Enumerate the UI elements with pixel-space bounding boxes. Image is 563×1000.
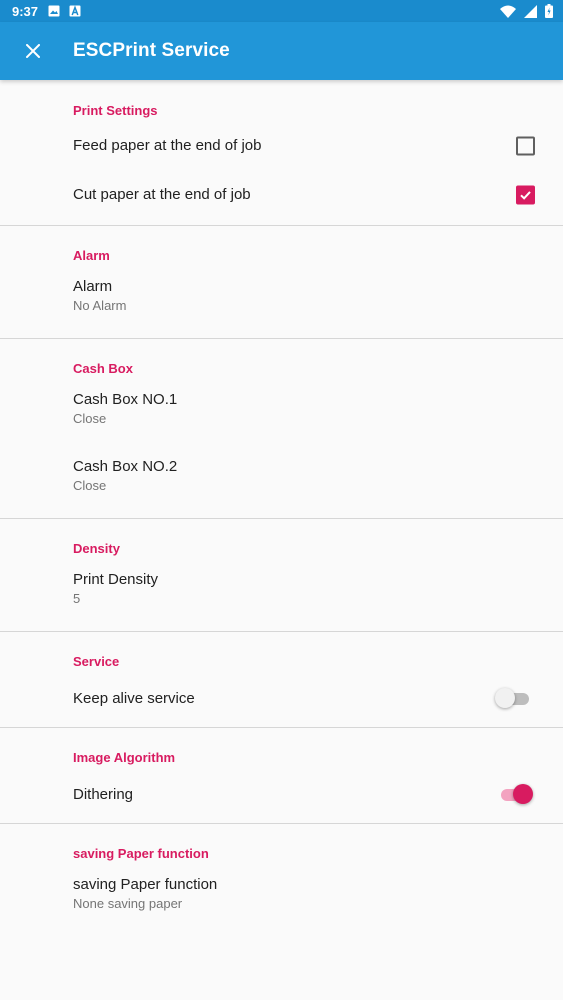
pref-label: Cash Box NO.1 [73,391,178,408]
pref-label: Dithering [73,785,134,803]
pref-keep-alive[interactable]: Keep alive service [0,675,563,721]
dithering-switch[interactable] [499,784,533,804]
a-icon [69,5,81,17]
pref-label: saving Paper function [73,876,218,893]
cut-paper-checkbox[interactable] [516,185,535,204]
pref-summary: 5 [73,591,81,606]
keep-alive-switch[interactable] [495,688,533,708]
category-title: Print Settings [73,103,158,118]
switch-thumb [495,688,515,708]
pref-label: Keep alive service [73,689,195,707]
pref-saving-paper[interactable]: saving Paper function None saving paper [0,864,563,925]
pref-summary: None saving paper [73,896,183,911]
close-icon [26,44,40,58]
section-saving-paper: saving Paper function saving Paper funct… [0,824,563,925]
section-cash-box: Cash Box Cash Box NO.1 Close Cash Box NO… [0,339,563,518]
category-title: saving Paper function [73,846,209,861]
pref-alarm[interactable]: Alarm No Alarm [0,266,563,327]
pref-label: Alarm [73,278,113,295]
pref-cut-paper[interactable]: Cut paper at the end of job [0,170,563,219]
pref-summary: Close [73,478,107,493]
battery-icon [545,4,553,18]
feed-paper-checkbox[interactable] [516,136,535,155]
section-image-algorithm: Image Algorithm Dithering [0,728,563,823]
pref-label: Print Density [73,571,159,588]
check-icon [520,190,531,200]
image-icon [48,5,60,17]
category-title: Cash Box [73,361,133,376]
section-density: Density Print Density 5 [0,519,563,631]
section-service: Service Keep alive service [0,632,563,727]
section-alarm: Alarm Alarm No Alarm [0,226,563,338]
switch-thumb [513,784,533,804]
pref-dithering[interactable]: Dithering [0,771,563,817]
pref-cash-box-2[interactable]: Cash Box NO.2 Close [0,446,563,509]
pref-label: Cut paper at the end of job [73,186,251,203]
close-button[interactable] [0,22,66,80]
page-title: ESCPrint Service [73,40,230,61]
preferences-list: Print Settings Feed paper at the end of … [0,80,563,925]
section-print-settings: Print Settings Feed paper at the end of … [0,80,563,225]
signal-icon [524,4,537,18]
wifi-icon [500,5,516,18]
pref-cash-box-1[interactable]: Cash Box NO.1 Close [0,379,563,446]
pref-feed-paper[interactable]: Feed paper at the end of job [0,121,563,170]
category-title: Alarm [73,248,110,263]
pref-label: Feed paper at the end of job [73,137,262,154]
pref-print-density[interactable]: Print Density 5 [0,559,563,620]
category-title: Service [73,654,120,669]
category-title: Image Algorithm [73,750,176,765]
app-bar: ESCPrint Service [0,22,563,80]
category-title: Density [73,541,120,556]
pref-summary: Close [73,411,107,426]
pref-summary: No Alarm [73,298,127,313]
pref-label: Cash Box NO.2 [73,458,178,475]
status-time: 9:37 [12,3,39,19]
status-bar: 9:37 [0,0,563,22]
